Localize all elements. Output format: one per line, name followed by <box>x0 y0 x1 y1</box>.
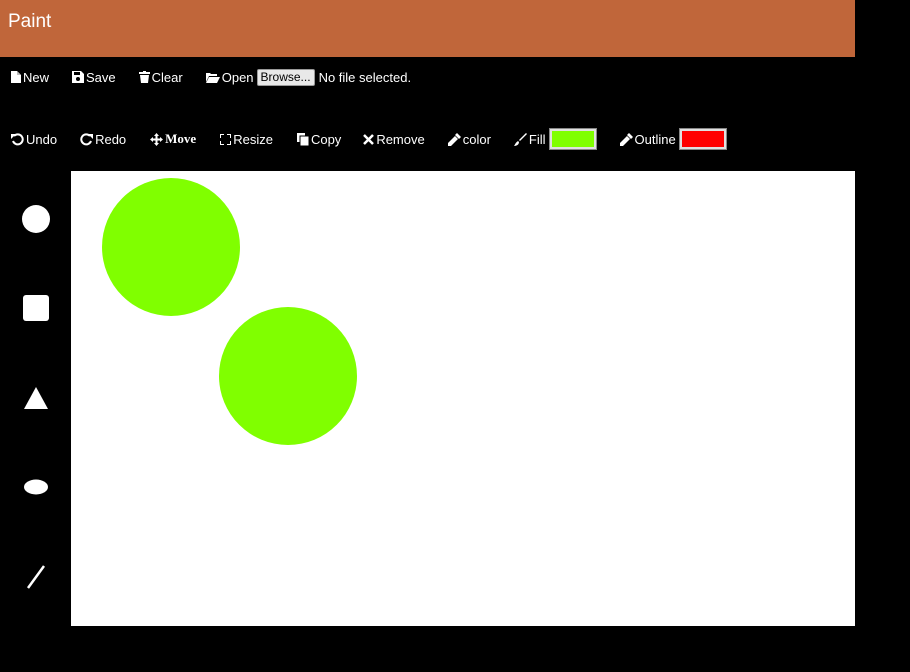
copy-button[interactable]: Copy <box>296 131 342 147</box>
triangle-icon <box>24 387 48 409</box>
brush-icon <box>513 132 527 146</box>
circle-tool-button[interactable] <box>18 201 54 237</box>
app-title: Paint <box>8 11 52 32</box>
fill-label: Fill <box>528 131 546 147</box>
color-picker-button[interactable]: color <box>447 131 491 147</box>
folder-open-icon <box>205 72 220 83</box>
resize-icon <box>220 133 232 145</box>
open-button[interactable]: Open <box>205 69 254 85</box>
eyedropper-icon <box>619 132 633 146</box>
edit-toolbar: Undo Redo Move Resize Copy Remove color … <box>0 126 727 152</box>
triangle-tool-button[interactable] <box>18 380 54 416</box>
new-label: New <box>23 69 50 85</box>
circle-icon <box>22 205 50 233</box>
resize-button[interactable]: Resize <box>220 132 273 147</box>
save-label: Save <box>86 69 116 85</box>
outline-button[interactable]: Outline <box>619 128 727 150</box>
color-label: color <box>462 131 491 147</box>
canvas-circle-shape[interactable] <box>102 178 240 316</box>
save-button[interactable]: Save <box>72 70 116 85</box>
square-tool-button[interactable] <box>18 290 54 326</box>
file-status: No file selected. <box>318 69 412 85</box>
eyedropper-icon <box>447 132 461 146</box>
square-icon <box>23 295 49 321</box>
fill-color-swatch[interactable] <box>548 128 597 150</box>
canvas-circle-shape[interactable] <box>219 307 357 445</box>
copy-label: Copy <box>310 131 342 147</box>
undo-icon <box>11 132 24 146</box>
redo-label: Redo <box>95 131 127 147</box>
undo-label: Undo <box>26 131 58 147</box>
outline-color-swatch[interactable] <box>678 128 727 150</box>
close-icon <box>363 133 375 145</box>
new-button[interactable]: New <box>11 70 49 85</box>
drawing-canvas[interactable] <box>71 171 855 626</box>
browse-button[interactable]: Browse... <box>256 68 315 86</box>
floppy-icon <box>72 71 85 83</box>
line-tool-button[interactable] <box>18 559 54 595</box>
outline-label: Outline <box>634 131 676 147</box>
redo-button[interactable]: Redo <box>80 132 126 147</box>
resize-label: Resize <box>233 131 273 147</box>
move-label: Move <box>165 131 197 146</box>
trash-icon <box>138 71 150 83</box>
clear-button[interactable]: Clear <box>138 69 183 85</box>
undo-button[interactable]: Undo <box>11 132 57 147</box>
copy-icon <box>296 132 309 146</box>
ellipse-tool-button[interactable] <box>18 469 54 505</box>
remove-label: Remove <box>376 131 425 147</box>
title-bar: Paint <box>0 0 855 57</box>
open-label: Open <box>221 69 254 85</box>
line-icon <box>26 565 46 589</box>
ellipse-icon <box>24 479 48 495</box>
move-arrows-icon <box>150 132 164 146</box>
redo-icon <box>80 132 94 146</box>
file-toolbar: New Save Clear Open Browse... No file se… <box>0 66 411 88</box>
remove-button[interactable]: Remove <box>363 131 425 147</box>
fill-button[interactable]: Fill <box>513 128 597 150</box>
clear-label: Clear <box>151 69 183 85</box>
file-icon <box>11 71 21 83</box>
move-button[interactable]: Move <box>150 131 196 147</box>
